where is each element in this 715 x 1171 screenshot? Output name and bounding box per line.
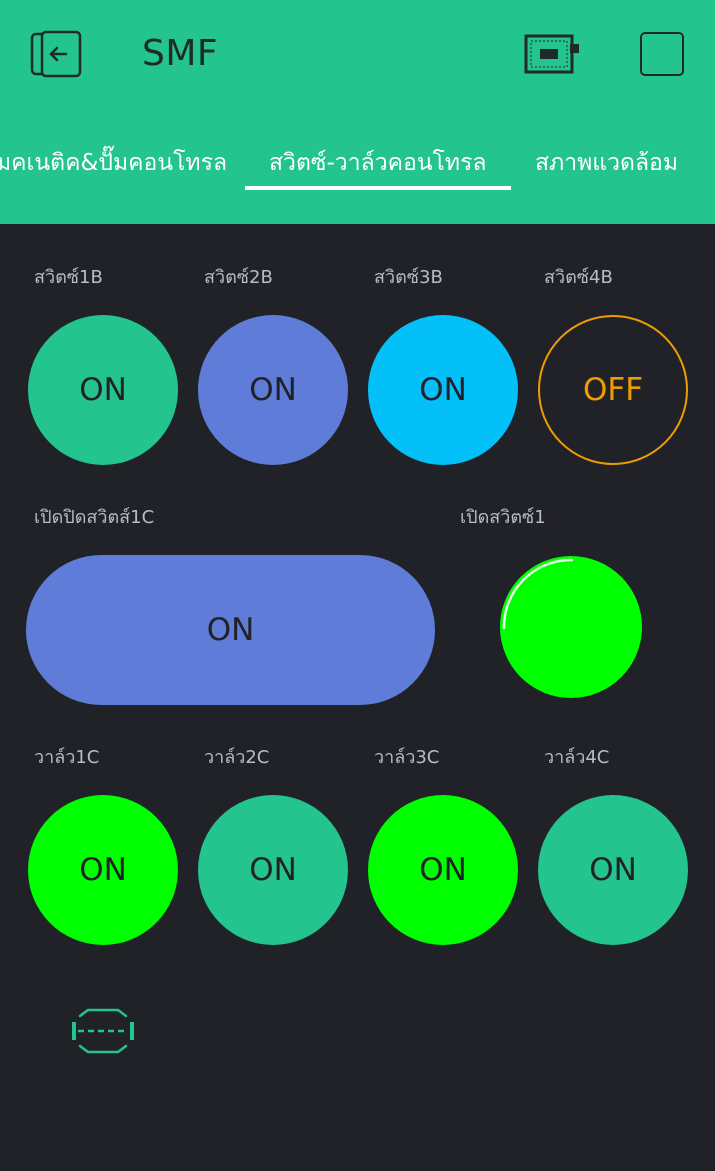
active-tab-indicator: [245, 186, 511, 190]
switch-4b-label: สวิตซ์4B: [544, 267, 613, 288]
device-icon[interactable]: [522, 30, 582, 78]
valve-1c-label: วาล์ว1C: [34, 747, 100, 768]
page-title: SMF: [142, 33, 219, 74]
tab-bar: มคเนติค&ปั๊มคอนโทรล สวิตซ์-วาล์วคอนโทรล …: [0, 140, 715, 192]
led-1-label: เปิดสวิตซ์1: [460, 507, 546, 528]
switch-1b-label: สวิตซ์1B: [34, 267, 103, 288]
valve-3c-label: วาล์ว3C: [374, 747, 440, 768]
switch-4b-button[interactable]: OFF: [538, 315, 688, 465]
valve-2c-label: วาล์ว2C: [204, 747, 270, 768]
exit-icon[interactable]: [28, 30, 82, 78]
led-highlight-icon: [502, 558, 574, 630]
valve-2c-button[interactable]: ON: [198, 795, 348, 945]
switch-3b-label: สวิตซ์3B: [374, 267, 443, 288]
valve-4c-button[interactable]: ON: [538, 795, 688, 945]
tab-switch-valve[interactable]: สวิตซ์-วาล์วคอนโทรล: [269, 140, 487, 186]
switch-1c-label: เปิดปิดสวิตส์1C: [34, 507, 155, 528]
splitter-icon[interactable]: [70, 1006, 136, 1056]
switch-1c-button[interactable]: ON: [26, 555, 435, 705]
valve-1c-button[interactable]: ON: [28, 795, 178, 945]
tab-magnetic-pump[interactable]: มคเนติค&ปั๊มคอนโทรล: [0, 140, 227, 186]
app-header: SMF มคเนติค&ปั๊มคอนโทรล สวิตซ์-วาล์วคอนโ…: [0, 0, 715, 224]
switch-3b-button[interactable]: ON: [368, 315, 518, 465]
square-icon[interactable]: [640, 32, 684, 76]
status-led: [500, 556, 642, 698]
valve-3c-button[interactable]: ON: [368, 795, 518, 945]
tab-environment[interactable]: สภาพแวดล้อม: [535, 140, 678, 186]
switch-1b-button[interactable]: ON: [28, 315, 178, 465]
valve-4c-label: วาล์ว4C: [544, 747, 610, 768]
switch-2b-button[interactable]: ON: [198, 315, 348, 465]
switch-2b-label: สวิตซ์2B: [204, 267, 273, 288]
